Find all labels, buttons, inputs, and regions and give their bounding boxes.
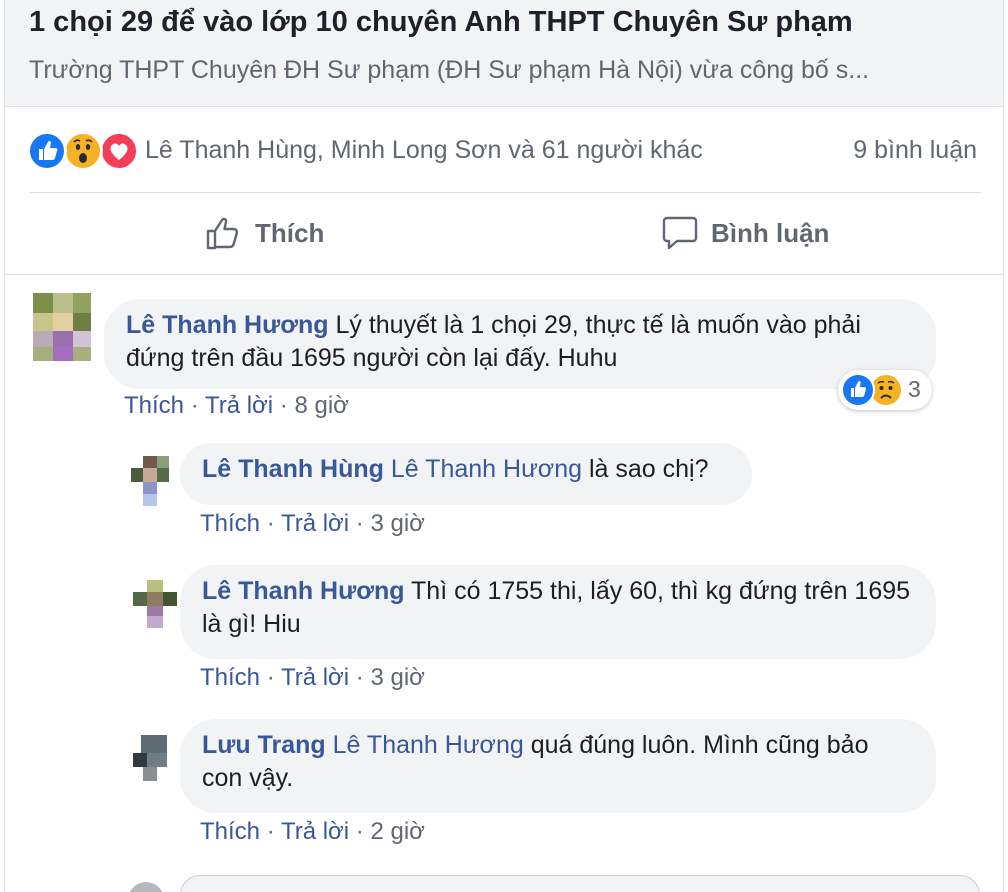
comment-reaction-count[interactable]: 3: [838, 370, 932, 410]
reply-like-link[interactable]: Thích: [200, 664, 260, 691]
like-icon: [27, 131, 67, 171]
reply-mention[interactable]: Lê Thanh Hương: [391, 455, 582, 483]
like-button[interactable]: Thích: [205, 198, 324, 268]
reaction-count: 3: [908, 376, 921, 402]
reply-bubble: Lê Thanh Hương Thì có 1755 thi, lấy 60, …: [180, 565, 936, 659]
comment-button-label: Bình luận: [711, 217, 830, 248]
link-preview[interactable]: 1 chọi 29 để vào lớp 10 chuyên Anh THPT …: [4, 0, 1004, 107]
thumbs-up-icon: [206, 217, 239, 250]
reply-meta: Thích · Trả lời · 2 giờ: [200, 818, 425, 845]
divider: [5, 274, 1003, 275]
reply-time[interactable]: 2 giờ: [370, 818, 424, 845]
reply-time[interactable]: 3 giờ: [370, 664, 424, 691]
reply-text: là sao chị?: [588, 455, 709, 483]
reactors-text[interactable]: Lê Thanh Hùng, Minh Long Sơn và 61 người…: [145, 136, 703, 165]
reply-reply-link[interactable]: Trả lời: [281, 818, 349, 845]
like-icon: [841, 373, 875, 407]
link-preview-title[interactable]: 1 chọi 29 để vào lớp 10 chuyên Anh THPT …: [29, 6, 853, 39]
avatar[interactable]: [33, 293, 91, 361]
reply-reply-link[interactable]: Trả lời: [281, 664, 349, 691]
reply-bubble: Lê Thanh Hùng Lê Thanh Hương là sao chị?: [180, 443, 752, 505]
reply-like-link[interactable]: Thích: [200, 818, 260, 845]
comment-count[interactable]: 9 bình luận: [853, 136, 977, 165]
reply-like-link[interactable]: Thích: [200, 510, 260, 537]
love-icon: [99, 131, 139, 171]
reply-time[interactable]: 3 giờ: [370, 510, 424, 537]
comment-author[interactable]: Lê Thanh Hương: [126, 311, 329, 339]
action-bar: Thích Bình luận: [5, 192, 1003, 274]
avatar[interactable]: [131, 456, 169, 506]
reply-input[interactable]: [180, 875, 980, 892]
like-button-label: Thích: [255, 217, 325, 248]
comment-like-link[interactable]: Thích: [124, 392, 184, 419]
speech-bubble-icon: [662, 216, 698, 250]
comment-reply-link[interactable]: Trả lời: [205, 392, 273, 419]
wow-icon: [63, 131, 103, 171]
reaction-icons[interactable]: [27, 131, 139, 171]
reply-meta: Thích · Trả lời · 3 giờ: [200, 664, 425, 691]
reply-author[interactable]: Lê Thanh Hương: [202, 577, 405, 605]
reply-author[interactable]: Lê Thanh Hùng: [202, 455, 384, 483]
reply-mention[interactable]: Lê Thanh Hương: [333, 731, 524, 759]
reply-bubble: Lưu Trang Lê Thanh Hương quá đúng luôn. …: [180, 719, 936, 813]
comment-button[interactable]: Bình luận: [661, 198, 829, 268]
reaction-summary: Lê Thanh Hùng, Minh Long Sơn và 61 người…: [5, 125, 1003, 175]
comment-time[interactable]: 8 giờ: [294, 392, 348, 419]
comment-meta: Thích · Trả lời · 8 giờ: [124, 392, 349, 419]
avatar[interactable]: [133, 580, 177, 628]
reply-reply-link[interactable]: Trả lời: [281, 510, 349, 537]
reply-meta: Thích · Trả lời · 3 giờ: [200, 510, 425, 537]
avatar[interactable]: [133, 735, 167, 781]
reply-author[interactable]: Lưu Trang: [202, 731, 326, 759]
link-preview-description: Trường THPT Chuyên ĐH Sư phạm (ĐH Sư phạ…: [29, 56, 870, 84]
comment-bubble: Lê Thanh Hương Lý thuyết là 1 chọi 29, t…: [104, 299, 936, 389]
